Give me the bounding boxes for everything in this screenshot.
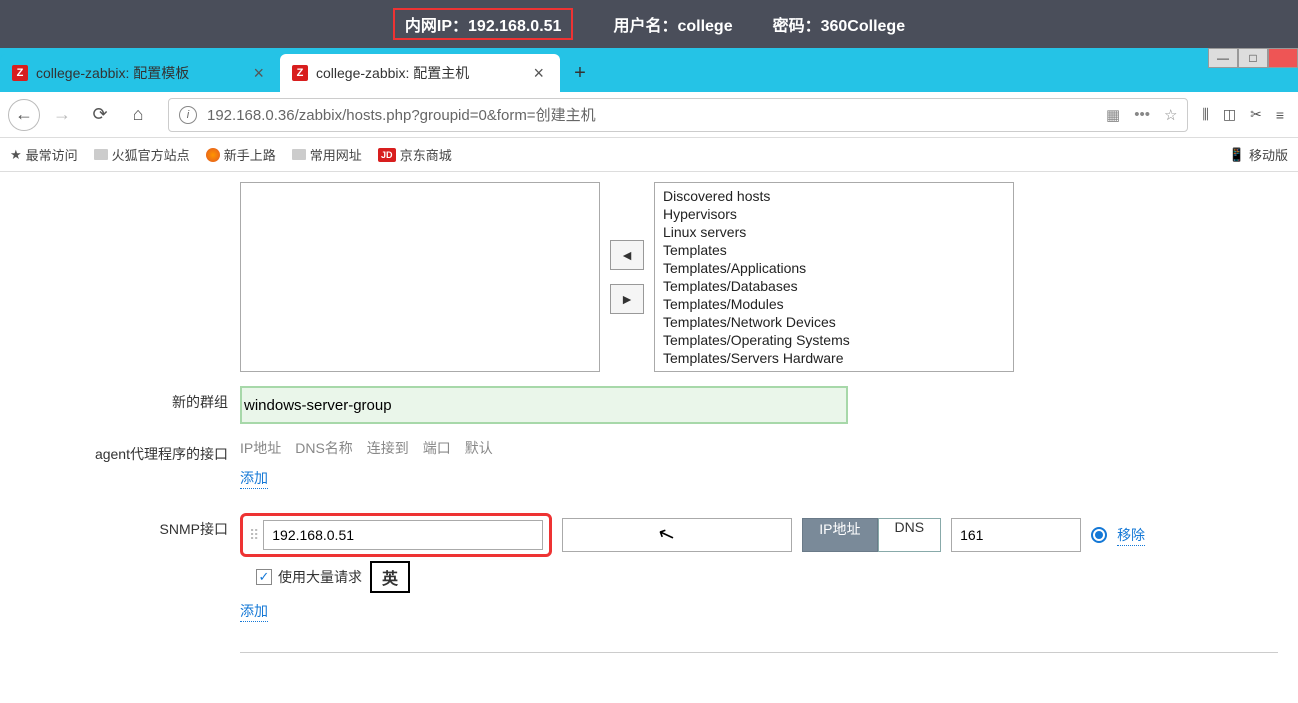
- close-icon[interactable]: ×: [249, 63, 268, 84]
- tab-title: college-zabbix: 配置主机: [316, 63, 521, 83]
- ime-indicator: 英: [370, 561, 410, 593]
- zabbix-icon: Z: [12, 65, 28, 81]
- ip-value: 192.168.0.51: [468, 18, 561, 35]
- hdr-ip: IP地址: [240, 438, 281, 458]
- new-group-highlight: [240, 386, 848, 424]
- firefox-icon: [206, 148, 220, 162]
- zabbix-icon: Z: [292, 65, 308, 81]
- sidebar-icon[interactable]: ◫: [1223, 106, 1236, 123]
- page-actions-icon[interactable]: •••: [1134, 106, 1150, 123]
- iface-header: IP地址 DNS名称 连接到 端口 默认: [240, 438, 1278, 458]
- groups-row: ◄ ► Discovered hostsHypervisorsLinux ser…: [20, 182, 1278, 372]
- forward-button[interactable]: →: [46, 99, 78, 131]
- tab-title: college-zabbix: 配置模板: [36, 63, 241, 83]
- snmp-dns-input[interactable]: [562, 518, 792, 552]
- url-input[interactable]: i 192.168.0.36/zabbix/hosts.php?groupid=…: [168, 98, 1188, 132]
- group-option[interactable]: Templates/Operating Systems: [663, 331, 1005, 349]
- group-option[interactable]: Templates/Servers Hardware: [663, 349, 1005, 367]
- group-option[interactable]: Hypervisors: [663, 205, 1005, 223]
- address-bar: ← → ⟳ ⌂ i 192.168.0.36/zabbix/hosts.php?…: [0, 92, 1298, 138]
- minimize-button[interactable]: —: [1208, 48, 1238, 68]
- snmp-add-link[interactable]: 添加: [240, 601, 268, 622]
- group-option[interactable]: Linux servers: [663, 223, 1005, 241]
- default-radio[interactable]: [1091, 527, 1107, 543]
- snmp-iface-row: SNMP接口 ⠿ IP地址 DNS 移除 ✓ 使用大量请求: [20, 513, 1278, 622]
- new-group-input[interactable]: [244, 390, 844, 420]
- qr-icon[interactable]: ▦: [1106, 106, 1120, 124]
- agent-iface-label: agent代理程序的接口: [20, 438, 240, 464]
- group-option[interactable]: Templates/Applications: [663, 259, 1005, 277]
- drag-handle-icon[interactable]: ⠿: [249, 527, 257, 544]
- back-button[interactable]: ←: [8, 99, 40, 131]
- hdr-default: 默认: [465, 438, 493, 458]
- bookmark-star-icon[interactable]: ☆: [1164, 106, 1177, 124]
- bookmark-newbie[interactable]: 新手上路: [206, 145, 276, 164]
- new-tab-button[interactable]: +: [560, 54, 600, 92]
- folder-icon: [94, 149, 108, 160]
- reload-button[interactable]: ⟳: [84, 99, 116, 131]
- connect-ip-button[interactable]: IP地址: [802, 518, 877, 552]
- snmp-ip-input[interactable]: [263, 520, 543, 550]
- group-option[interactable]: Templates: [663, 241, 1005, 259]
- bookmark-common[interactable]: 常用网址: [292, 145, 362, 164]
- connect-to-toggle: IP地址 DNS: [802, 518, 941, 552]
- home-button[interactable]: ⌂: [122, 99, 154, 131]
- snmp-port-input[interactable]: [951, 518, 1081, 552]
- url-text: 192.168.0.36/zabbix/hosts.php?groupid=0&…: [207, 104, 596, 125]
- menu-icon[interactable]: ≡: [1276, 107, 1284, 123]
- library-icon[interactable]: ⫼: [1202, 106, 1208, 123]
- close-icon[interactable]: ×: [529, 63, 548, 84]
- close-window-button[interactable]: [1268, 48, 1298, 68]
- bookmark-frequent[interactable]: 最常访问: [10, 145, 78, 164]
- move-left-button[interactable]: ◄: [610, 240, 644, 270]
- bookmark-jd[interactable]: JD京东商城: [378, 145, 452, 164]
- jd-icon: JD: [378, 148, 396, 162]
- bookmark-mobile[interactable]: 📱 移动版: [1229, 145, 1288, 164]
- new-group-label: 新的群组: [20, 386, 240, 412]
- group-option[interactable]: Discovered hosts: [663, 187, 1005, 205]
- group-option[interactable]: Templates/Modules: [663, 295, 1005, 313]
- group-option[interactable]: Templates/Network Devices: [663, 313, 1005, 331]
- page-content: ◄ ► Discovered hostsHypervisorsLinux ser…: [0, 172, 1298, 673]
- bookmarks-bar: 最常访问 火狐官方站点 新手上路 常用网址 JD京东商城 📱 移动版: [0, 138, 1298, 172]
- connect-dns-button[interactable]: DNS: [878, 518, 942, 552]
- snmp-iface-label: SNMP接口: [20, 513, 240, 539]
- folder-icon: [292, 149, 306, 160]
- bulk-checkbox[interactable]: ✓: [256, 569, 272, 585]
- hdr-dns: DNS名称: [295, 438, 353, 458]
- remove-link[interactable]: 移除: [1117, 525, 1145, 546]
- star-icon: [10, 147, 22, 163]
- screenshot-icon[interactable]: ✂: [1250, 106, 1262, 123]
- hdr-connect: 连接到: [367, 438, 409, 458]
- bookmark-firefox-site[interactable]: 火狐官方站点: [94, 145, 190, 164]
- selected-groups-listbox[interactable]: [240, 182, 600, 372]
- available-groups-listbox[interactable]: Discovered hostsHypervisorsLinux servers…: [654, 182, 1014, 372]
- agent-iface-row: agent代理程序的接口 IP地址 DNS名称 连接到 端口 默认 添加: [20, 438, 1278, 489]
- bulk-label: 使用大量请求: [278, 567, 362, 587]
- browser-tab-strip: Z college-zabbix: 配置模板 × Z college-zabbi…: [0, 48, 1298, 92]
- agent-add-link[interactable]: 添加: [240, 468, 268, 489]
- snmp-ip-highlight: ⠿: [240, 513, 552, 557]
- maximize-button[interactable]: □: [1238, 48, 1268, 68]
- info-banner: 内网IP：192.168.0.51 用户名：college 密码：360Coll…: [0, 0, 1298, 48]
- tab-hosts[interactable]: Z college-zabbix: 配置主机 ×: [280, 54, 560, 92]
- separator: [240, 652, 1278, 653]
- hdr-port: 端口: [423, 438, 451, 458]
- new-group-row: 新的群组: [20, 386, 1278, 424]
- username-item: 用户名：college: [613, 12, 732, 36]
- tab-templates[interactable]: Z college-zabbix: 配置模板 ×: [0, 54, 280, 92]
- window-controls: — □: [1208, 48, 1298, 68]
- password-item: 密码：360College: [773, 12, 906, 36]
- site-info-icon[interactable]: i: [179, 106, 197, 124]
- ip-label: 内网IP：: [405, 18, 468, 35]
- group-option[interactable]: Templates/Databases: [663, 277, 1005, 295]
- intranet-ip-box: 内网IP：192.168.0.51: [393, 8, 574, 40]
- move-right-button[interactable]: ►: [610, 284, 644, 314]
